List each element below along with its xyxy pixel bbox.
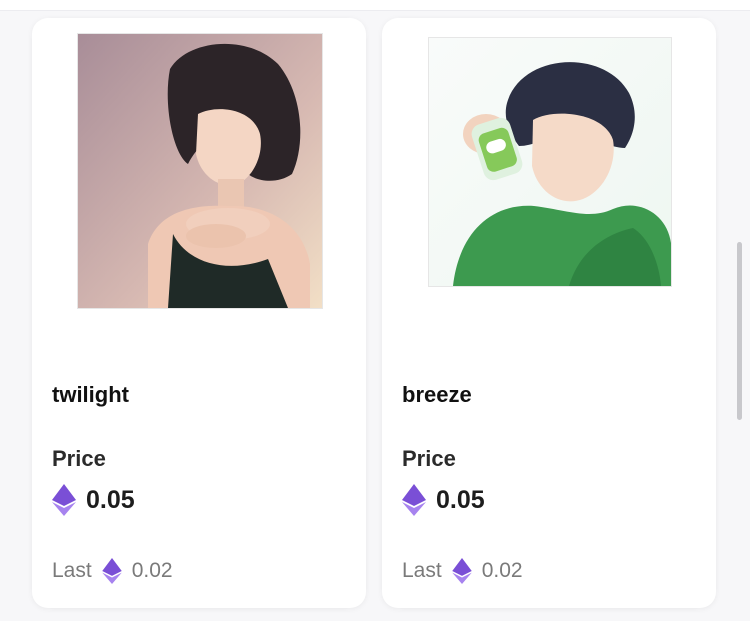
nft-card-breeze[interactable]: breeze Price 0.05 Last 0.02 xyxy=(382,18,716,608)
last-price-value: 0.02 xyxy=(131,559,173,582)
artwork-image xyxy=(78,34,322,308)
price-label: Price xyxy=(402,446,456,471)
nft-name: breeze xyxy=(402,382,472,407)
ethereum-icon xyxy=(101,558,122,584)
ethereum-icon xyxy=(402,484,426,516)
last-sale-row: Last 0.02 xyxy=(402,558,523,584)
last-label: Last xyxy=(402,559,442,582)
top-strip xyxy=(0,0,750,11)
nft-card-twilight[interactable]: twilight Price 0.05 Last 0.02 xyxy=(32,18,366,608)
nft-artwork[interactable] xyxy=(77,33,323,309)
last-sale-row: Last 0.02 xyxy=(52,558,173,584)
last-label: Last xyxy=(52,559,92,582)
artwork-image xyxy=(429,38,671,286)
price-label: Price xyxy=(52,446,106,471)
price-row: 0.05 xyxy=(402,484,485,516)
ethereum-icon xyxy=(52,484,76,516)
nft-name: twilight xyxy=(52,382,129,407)
last-price-value: 0.02 xyxy=(481,559,523,582)
price-value: 0.05 xyxy=(436,485,485,514)
price-value: 0.05 xyxy=(86,485,135,514)
vertical-scrollbar[interactable] xyxy=(737,242,742,420)
price-row: 0.05 xyxy=(52,484,135,516)
nft-grid-viewport: twilight Price 0.05 Last 0.02 breeze Pri… xyxy=(0,0,750,621)
ethereum-icon xyxy=(451,558,472,584)
nft-artwork[interactable] xyxy=(428,37,672,287)
